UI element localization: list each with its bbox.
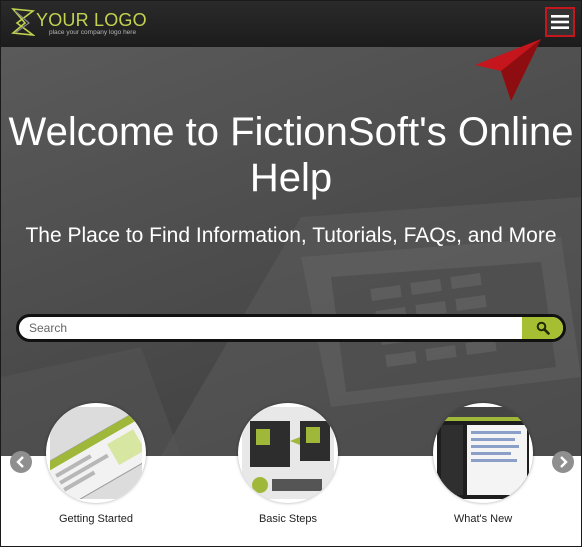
tile-label: What's New: [453, 513, 513, 525]
search-button[interactable]: [522, 317, 563, 339]
hero-title: Welcome to FictionSoft's Online Help: [8, 110, 574, 200]
logo-mark-icon: [11, 8, 35, 37]
chevron-left-icon: [16, 456, 24, 468]
logo-tagline: place your company logo here: [49, 29, 137, 36]
basic-steps-thumbnail: [238, 403, 338, 503]
carousel-next-button[interactable]: [552, 451, 574, 473]
search-input[interactable]: [19, 317, 534, 339]
tile-label: Basic Steps: [258, 513, 318, 525]
search-bar: [16, 314, 566, 342]
search-icon: [536, 321, 550, 335]
logo[interactable]: YOUR LOGO place your company logo here: [11, 7, 161, 41]
hero-subtitle: The Place to Find Information, Tutorials…: [25, 224, 557, 247]
whats-new-thumbnail: [433, 403, 533, 503]
logo-name: YOUR LOGO: [36, 10, 147, 30]
callout-arrow-icon: [475, 39, 541, 101]
getting-started-thumbnail: [46, 403, 146, 503]
hamburger-icon: [551, 15, 569, 29]
chevron-right-icon: [560, 456, 568, 468]
tile-label: Getting Started: [59, 513, 133, 525]
hero-banner: Welcome to FictionSoft's Online Help The…: [1, 47, 581, 456]
help-home-page: YOUR LOGO place your company logo here W…: [0, 0, 582, 547]
carousel-prev-button[interactable]: [10, 451, 32, 473]
menu-button[interactable]: [545, 7, 575, 37]
